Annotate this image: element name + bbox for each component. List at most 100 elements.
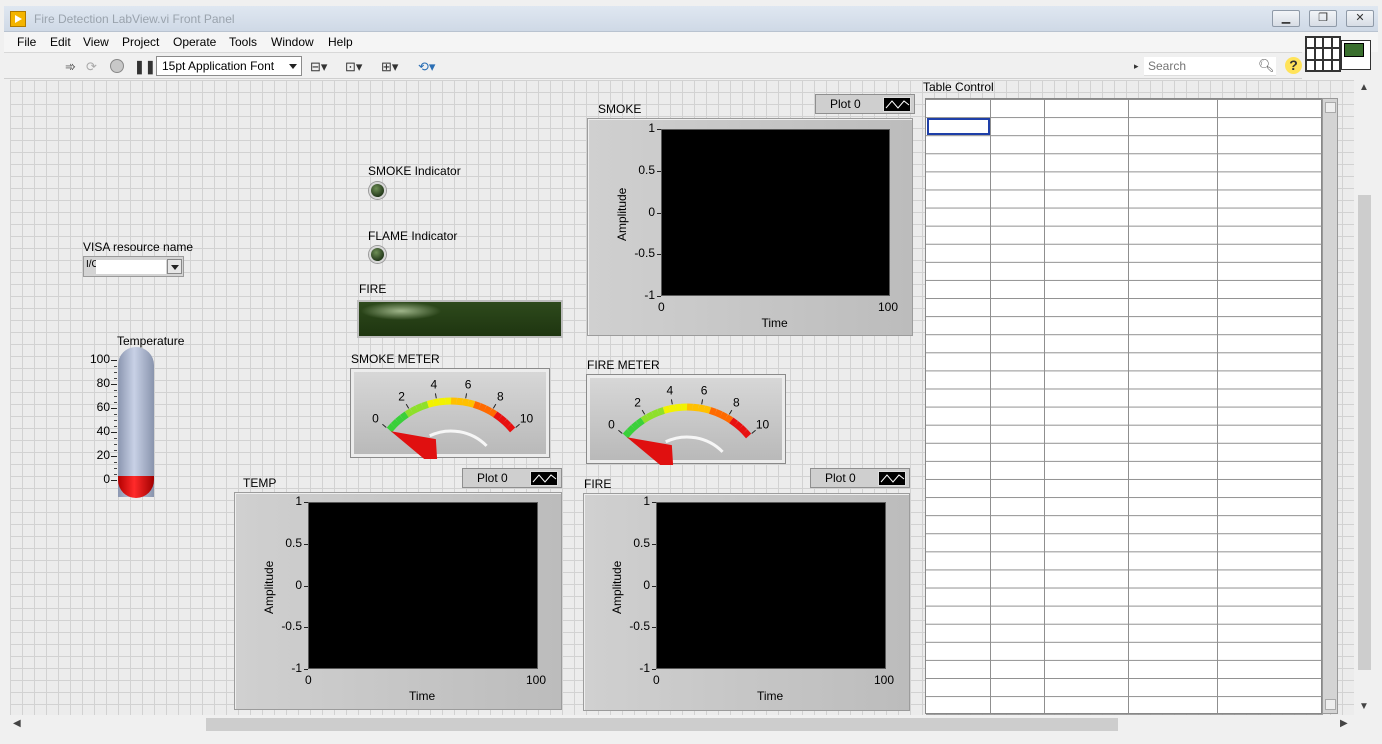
minimize-button[interactable]: ▁	[1272, 10, 1300, 27]
y-tick-label: -1	[291, 661, 302, 675]
thermometer-minor-tick	[114, 402, 117, 403]
table-control[interactable]	[925, 98, 1323, 715]
chevron-down-icon	[289, 64, 297, 69]
fire-legend-label: Plot 0	[825, 471, 856, 485]
close-button[interactable]: ✕	[1346, 10, 1374, 27]
thermometer-tick-label: 40	[96, 424, 110, 438]
fire-y-axis-title: Amplitude	[610, 560, 624, 614]
gauge-color-band	[733, 421, 743, 431]
search-input[interactable]	[1148, 58, 1248, 74]
font-selector-value: 15pt Application Font	[162, 59, 275, 73]
scroll-down-icon[interactable]: ▼	[1359, 701, 1369, 712]
smoke-plot-area[interactable]	[661, 129, 890, 296]
search-expand-icon[interactable]: ▸	[1134, 61, 1139, 72]
fire-indicator-bar[interactable]	[357, 300, 563, 338]
thermometer-tube[interactable]	[118, 347, 154, 497]
gauge-color-band	[502, 419, 512, 429]
resize-objects-icon[interactable]: ⊞▾	[381, 59, 398, 75]
distribute-objects-icon[interactable]: ⊡▾	[345, 59, 362, 75]
menu-project[interactable]: Project	[122, 35, 159, 49]
labview-window: Fire Detection LabView.vi Front Panel ▁ …	[0, 0, 1382, 744]
thermometer-minor-tick	[114, 462, 117, 463]
thermometer-minor-tick	[114, 390, 117, 391]
gauge-color-band	[390, 419, 400, 429]
visa-resource-control[interactable]: I/O	[83, 256, 184, 277]
y-tick-label: 0	[643, 577, 650, 592]
search-icon[interactable]: 🔍︎	[1258, 58, 1275, 74]
table-selected-cell[interactable]	[927, 118, 990, 135]
gauge-color-band	[626, 425, 636, 435]
thermometer-minor-tick	[114, 444, 117, 445]
connector-pane-icon[interactable]	[1305, 36, 1341, 72]
y-tick-label: -1	[644, 288, 655, 302]
thermometer-minor-tick	[114, 372, 117, 373]
scroll-right-icon[interactable]: ▶	[1340, 718, 1348, 729]
reorder-icon[interactable]: ⟲▾	[418, 59, 435, 75]
menu-file[interactable]: File	[17, 35, 36, 49]
gauge-color-band	[738, 425, 748, 435]
menu-view[interactable]: View	[83, 35, 109, 49]
scroll-left-icon[interactable]: ◀	[13, 718, 21, 729]
flame-indicator-led[interactable]	[369, 246, 386, 263]
thermometer-tick-label: 100	[89, 352, 110, 366]
pause-icon[interactable]: ❚❚	[134, 59, 156, 75]
menu-help[interactable]: Help	[328, 35, 353, 49]
panel-vertical-scrollbar[interactable]: ▲ ▼	[1354, 80, 1374, 715]
scroll-down-icon[interactable]	[1325, 699, 1336, 710]
x-tick-label: 0	[305, 673, 312, 687]
plot-line-icon	[883, 97, 911, 112]
gauge-color-band	[651, 409, 660, 418]
fire-plot-area[interactable]	[656, 502, 886, 669]
plot-line-icon	[878, 471, 906, 486]
menu-operate[interactable]: Operate	[173, 35, 216, 49]
window-title: Fire Detection LabView.vi Front Panel	[34, 12, 235, 26]
smoke-indicator-label: SMOKE Indicator	[368, 164, 461, 178]
close-icon: ✕	[1355, 12, 1365, 24]
maximize-button[interactable]: ❐	[1309, 10, 1337, 27]
fire-x-axis-title: Time	[757, 689, 784, 703]
thermometer-minor-tick	[114, 438, 117, 439]
fire-meter-gauge[interactable]: 0 2 4 6 8 10	[586, 374, 786, 465]
table-grid	[926, 99, 1323, 715]
menu-tools[interactable]: Tools	[229, 35, 257, 49]
gauge-dial: 0 2 4 6 8 10	[372, 378, 534, 459]
gauge-color-band	[646, 411, 655, 421]
temp-chart[interactable]: 1 0.5 0 -0.5 -1 0 100 Time Amplitude	[234, 492, 562, 710]
table-column-divider	[1044, 99, 1045, 713]
abort-icon[interactable]	[110, 59, 124, 73]
scroll-thumb[interactable]	[1358, 195, 1371, 670]
smoke-plot-legend[interactable]: Plot 0	[815, 94, 915, 114]
gauge-color-band	[432, 398, 440, 407]
visa-resource-field[interactable]	[96, 260, 166, 274]
smoke-meter-gauge[interactable]: 0 2 4 6 8 10	[350, 368, 550, 459]
temp-plot-legend[interactable]: Plot 0	[462, 468, 562, 488]
temp-legend-label: Plot 0	[477, 471, 508, 485]
menu-window[interactable]: Window	[271, 35, 314, 49]
fire-plot-legend[interactable]: Plot 0	[810, 468, 910, 488]
menu-edit[interactable]: Edit	[50, 35, 71, 49]
y-tick-label: 0	[295, 577, 302, 592]
panel-horizontal-scrollbar[interactable]: ◀ ▶	[10, 715, 1354, 735]
run-arrow-icon[interactable]: ➾	[65, 59, 76, 75]
scroll-up-icon[interactable]: ▲	[1359, 82, 1369, 93]
scroll-up-icon[interactable]	[1325, 102, 1336, 113]
gauge-tick-mark	[728, 409, 733, 415]
smoke-indicator-led[interactable]	[369, 182, 386, 199]
scroll-thumb[interactable]	[206, 718, 1118, 731]
run-continuously-icon[interactable]: ⟳	[86, 59, 97, 75]
x-tick-label: 100	[878, 300, 899, 314]
temp-plot-area[interactable]	[308, 502, 538, 669]
table-scrollbar[interactable]	[1322, 98, 1338, 714]
context-help-icon[interactable]: ?	[1285, 57, 1302, 74]
thermometer-tick-mark	[111, 456, 117, 457]
table-column-divider	[990, 99, 991, 713]
gauge-color-band	[483, 405, 492, 415]
smoke-chart[interactable]: 1 0.5 0 -0.5 -1 0 100 Time Amplitude	[587, 118, 913, 336]
gauge-tick-mark	[405, 403, 410, 409]
fire-chart[interactable]: 1 0.5 0 -0.5 -1 0 100 Time Amplitude	[583, 493, 910, 711]
font-selector[interactable]: 15pt Application Font	[156, 56, 302, 76]
gauge-tick-mark	[701, 399, 704, 405]
align-objects-icon[interactable]: ⊟▾	[310, 59, 327, 75]
vi-icon[interactable]	[1341, 40, 1371, 70]
visa-dropdown-button[interactable]	[167, 259, 182, 274]
